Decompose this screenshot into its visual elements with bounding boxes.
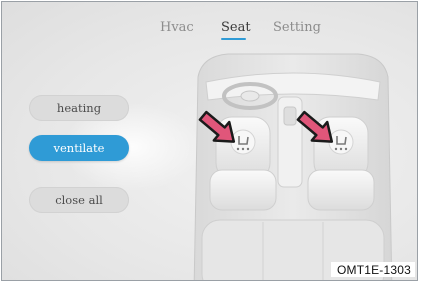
top-tab-bar: Hvac Seat Setting xyxy=(2,16,417,46)
car-interior-illustration xyxy=(193,53,393,280)
seat-control-screen: Hvac Seat Setting heating ventilate clos… xyxy=(1,1,418,281)
active-tab-indicator xyxy=(221,38,246,40)
heating-button[interactable]: heating xyxy=(29,95,129,121)
tab-setting[interactable]: Setting xyxy=(273,20,321,35)
tab-hvac[interactable]: Hvac xyxy=(160,20,194,35)
figure-caption: OMT1E-1303 xyxy=(330,262,415,277)
tab-seat[interactable]: Seat xyxy=(221,20,251,35)
close-all-button[interactable]: close all xyxy=(29,187,129,213)
ventilate-button[interactable]: ventilate xyxy=(29,135,129,161)
